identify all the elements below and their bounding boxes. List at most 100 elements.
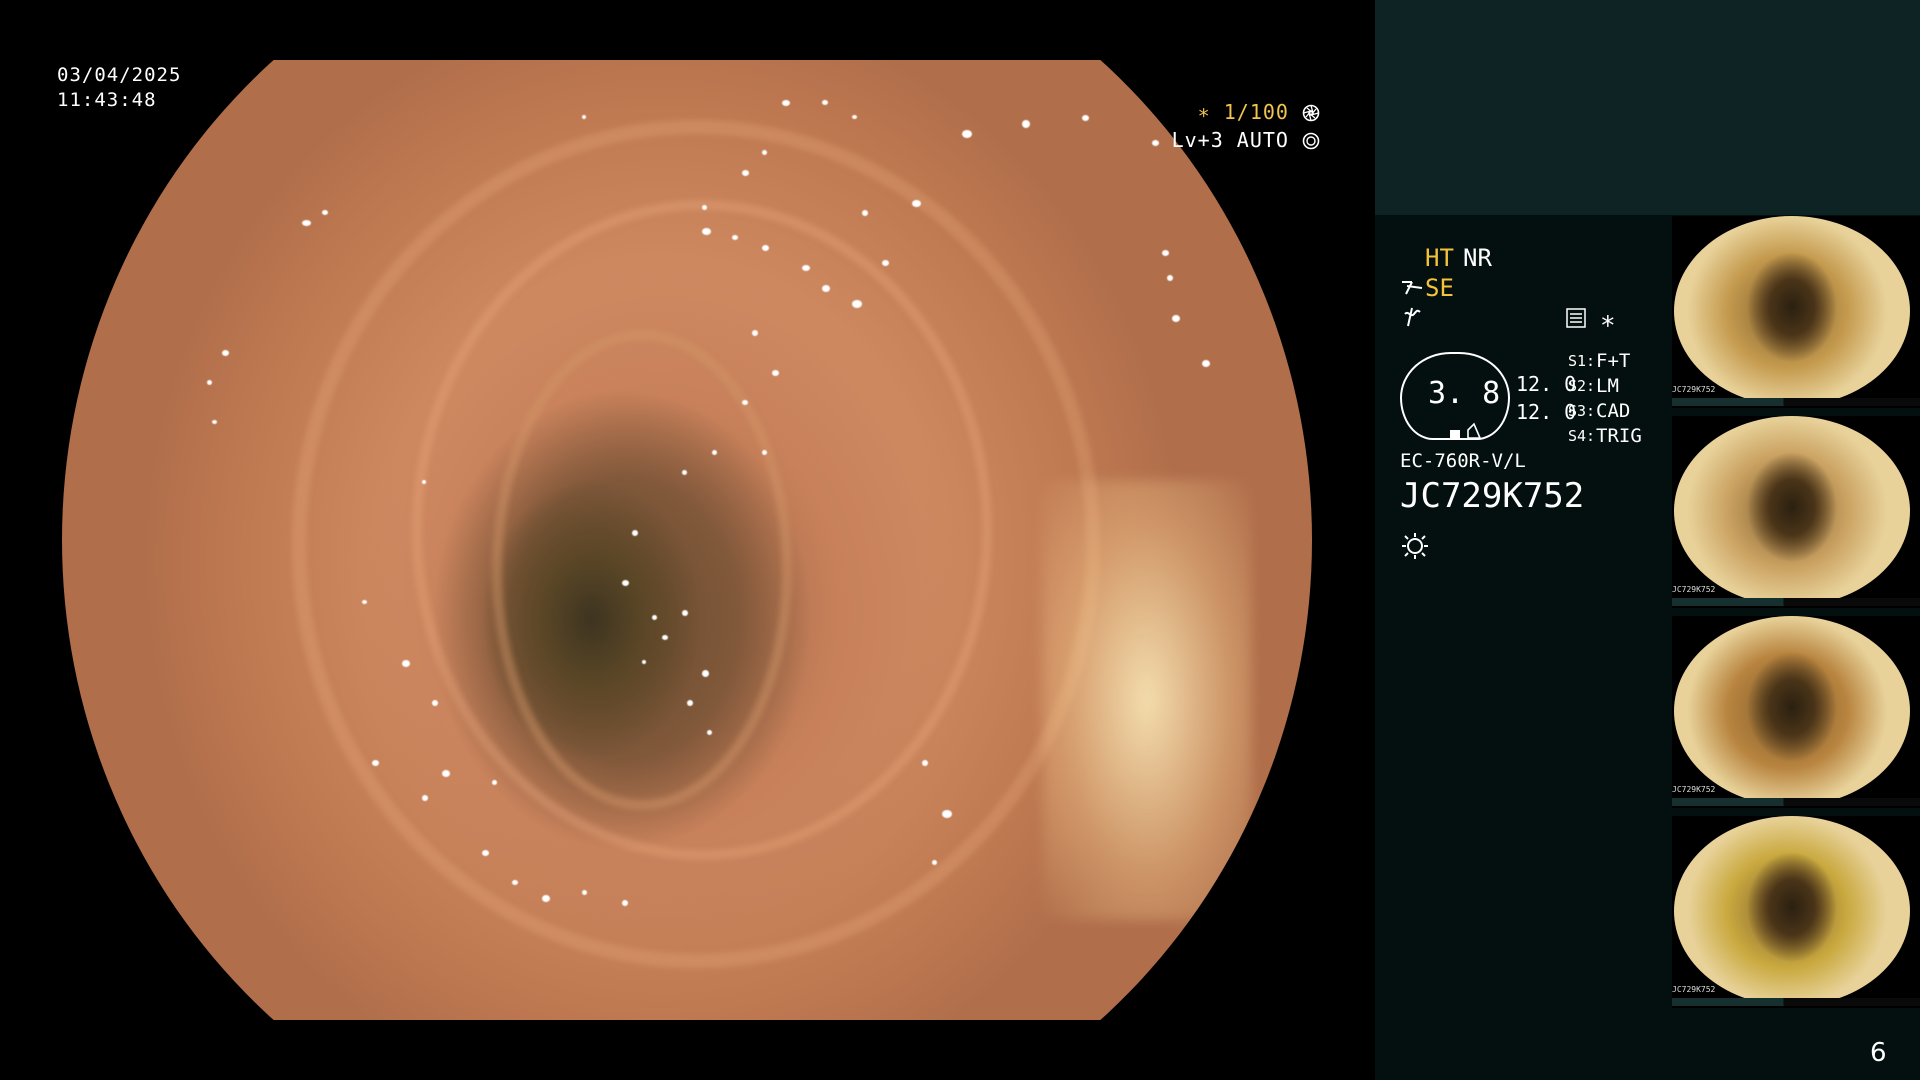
s1-value: F+T [1596, 350, 1631, 372]
specular-highlight [852, 300, 862, 308]
specular-highlight [742, 400, 748, 405]
specular-highlight [702, 228, 711, 235]
thumbnail-footer [1672, 598, 1920, 606]
specular-highlight [1152, 140, 1159, 146]
specular-highlight [402, 660, 410, 667]
specular-highlight [1172, 315, 1180, 322]
specular-highlight [1202, 360, 1210, 367]
specular-highlight [542, 895, 550, 902]
thumbnail-image [1674, 616, 1910, 806]
specular-highlight [732, 235, 738, 240]
specular-highlight [212, 420, 217, 424]
specular-highlight [762, 150, 767, 155]
capture-thumbnail[interactable]: JC729K752 [1672, 816, 1920, 1008]
specular-highlight [1082, 115, 1089, 121]
thumbnail-caption: JC729K752 [1672, 385, 1716, 394]
thumbnail-caption: JC729K752 [1672, 985, 1716, 994]
specular-highlight [512, 880, 518, 885]
specular-highlight [782, 100, 790, 106]
shutter-rate: ∗ 1/100 [1198, 100, 1320, 124]
light-source-icon [1402, 533, 1428, 559]
specular-highlight [1162, 250, 1169, 256]
capture-thumbnail[interactable]: JC729K752 [1672, 416, 1920, 608]
exam-date: 03/04/2025 [57, 64, 182, 86]
specular-highlight [302, 220, 311, 226]
nr-indicator: NR [1463, 244, 1492, 272]
structure-enhance-icon [1402, 281, 1423, 295]
settings-grid-icon [1566, 308, 1586, 328]
brightness-level: Lv+3 AUTO [1172, 128, 1320, 152]
auto-iris-icon [1302, 132, 1320, 150]
shutter-rate-text: ∗ 1/100 [1197, 100, 1289, 124]
specular-highlight [922, 760, 928, 766]
s2-label: S2: [1568, 377, 1596, 395]
specular-highlight [712, 450, 717, 455]
specular-highlight [752, 330, 758, 336]
specular-highlight [882, 260, 889, 266]
right-panel-header [1375, 0, 1920, 215]
exam-time: 11:43:48 [57, 89, 157, 111]
specular-highlight [687, 700, 693, 706]
s3-value: CAD [1596, 400, 1631, 422]
thumbnail-caption: JC729K752 [1672, 785, 1716, 794]
brightness-level-text: Lv+3 AUTO [1171, 128, 1289, 152]
specular-highlight [442, 770, 450, 777]
specular-highlight [422, 480, 426, 484]
specular-highlight [632, 530, 638, 536]
marker-asterisk: ∗ [1600, 306, 1616, 336]
specular-highlight [222, 350, 229, 356]
s4-label: S4: [1568, 427, 1596, 445]
specular-highlight [1022, 120, 1030, 128]
scope-model: EC-760R-V/L [1400, 450, 1526, 472]
specular-highlight [652, 615, 657, 620]
capture-thumbnail[interactable]: JC729K752 [1672, 216, 1920, 408]
specular-highlight [362, 600, 367, 604]
thumbnail-footer [1672, 798, 1920, 806]
specular-highlight [322, 210, 328, 215]
scope-serial: JC729K752 [1400, 476, 1585, 516]
specular-highlight [622, 580, 629, 586]
thumbnail-footer [1672, 398, 1920, 406]
specular-highlight [482, 850, 489, 856]
specular-highlight [762, 245, 769, 251]
endoscope-main-view [62, 60, 1312, 1020]
scope-tip-icon [1450, 422, 1482, 439]
ht-indicator: HT [1425, 244, 1454, 272]
light-reflection-rim [1042, 480, 1252, 920]
thumbnail-image [1674, 216, 1910, 406]
specular-highlight [1167, 275, 1173, 281]
specular-highlight [492, 780, 497, 785]
specular-highlight [707, 730, 712, 735]
page-number: 6 [1870, 1038, 1887, 1068]
s1-label: S1: [1568, 352, 1596, 370]
specular-highlight [622, 900, 628, 906]
thumbnail-image [1674, 416, 1910, 606]
se-indicator: SE [1425, 274, 1454, 302]
specular-highlight [862, 210, 868, 216]
specular-highlight [582, 890, 587, 895]
specular-highlight [742, 170, 749, 176]
specular-highlight [802, 265, 810, 271]
thumbnail-image [1674, 816, 1910, 1006]
specular-highlight [422, 795, 428, 801]
capture-thumbnail[interactable]: JC729K752 [1672, 616, 1920, 808]
specular-highlight [207, 380, 212, 385]
thumbnail-footer [1672, 998, 1920, 1006]
specular-highlight [662, 635, 668, 640]
specular-highlight [372, 760, 379, 766]
specular-highlight [942, 810, 952, 818]
s4-value: TRIG [1596, 425, 1642, 447]
thumbnail-caption: JC729K752 [1672, 585, 1716, 594]
specular-highlight [912, 200, 921, 207]
wave-filter-icon [1404, 307, 1421, 327]
s3-label: S3: [1568, 402, 1596, 420]
specular-highlight [642, 660, 646, 664]
specular-highlight [822, 100, 828, 105]
specular-highlight [822, 285, 830, 292]
specular-highlight [702, 205, 707, 210]
s2-value: LM [1596, 375, 1619, 397]
specular-highlight [682, 470, 687, 475]
specular-highlight [962, 130, 972, 138]
specular-highlight [852, 115, 857, 119]
specular-highlight [702, 670, 709, 677]
